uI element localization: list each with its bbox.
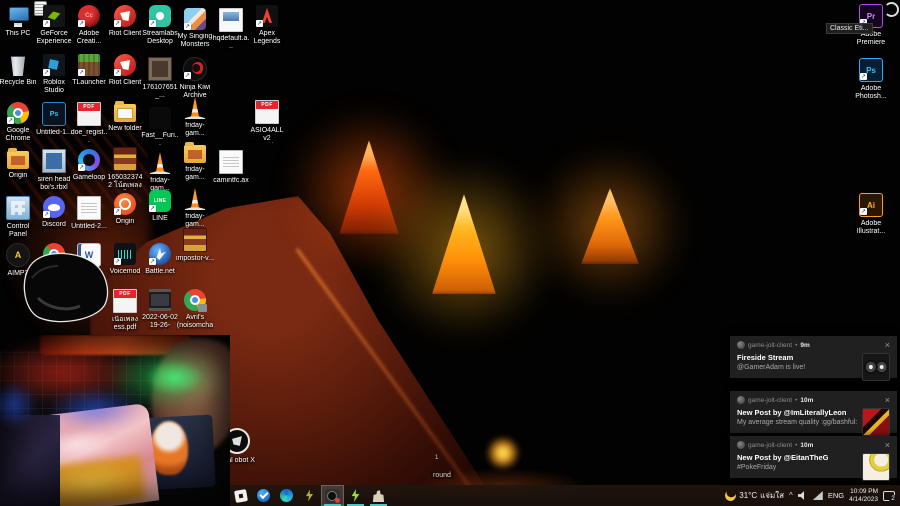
tooltip: Classic Eti... xyxy=(826,23,873,34)
game-jolt-app-icon xyxy=(737,441,745,449)
notification-thumbnail xyxy=(862,408,890,436)
notification-thumbnail xyxy=(862,453,890,481)
toast-notification[interactable]: game-jolt-client • 9m × Fireside Stream … xyxy=(730,336,897,381)
close-icon[interactable]: × xyxy=(885,341,890,350)
notification-separator: • xyxy=(795,341,798,349)
close-icon[interactable]: × xyxy=(885,441,890,450)
webcam-vignette xyxy=(0,335,230,506)
notification-app-name: game-jolt-client xyxy=(748,396,793,404)
notification-header: game-jolt-client • 10m × xyxy=(737,441,890,450)
notification-header: game-jolt-client • 9m × xyxy=(737,341,890,350)
toast-notification[interactable]: game-jolt-client • 10m × New Post by @Im… xyxy=(730,391,897,436)
notification-app-name: game-jolt-client xyxy=(748,341,793,349)
game-jolt-app-icon xyxy=(737,396,745,404)
notification-time: 10m xyxy=(800,396,814,404)
game-jolt-app-icon xyxy=(737,341,745,349)
notification-header: game-jolt-client • 10m × xyxy=(737,396,890,405)
toast-notification[interactable]: game-jolt-client • 10m × New Post by @Ei… xyxy=(730,436,897,481)
desktop-screen: 1 round This PC GeForce Experience Cc Ad… xyxy=(0,0,900,506)
notification-app-name: game-jolt-client xyxy=(748,441,793,449)
notification-thumbnail xyxy=(862,353,890,381)
notification-time: 9m xyxy=(800,341,810,349)
notification-separator: • xyxy=(795,396,798,404)
notification-separator: • xyxy=(795,441,798,449)
close-icon[interactable]: × xyxy=(885,396,890,405)
webcam-overlay xyxy=(0,335,230,506)
notification-time: 10m xyxy=(800,441,814,449)
